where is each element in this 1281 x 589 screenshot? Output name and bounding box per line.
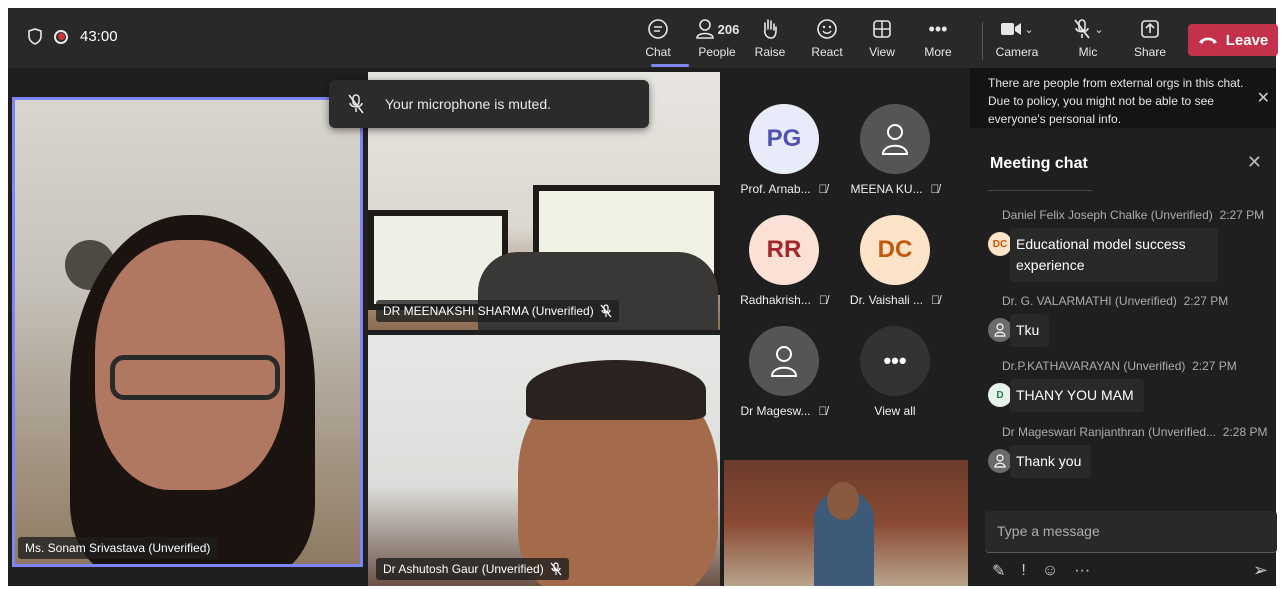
avatar: D xyxy=(988,383,1012,407)
send-icon[interactable]: ➢ xyxy=(1253,560,1268,581)
priority-icon[interactable]: ! xyxy=(1021,562,1025,580)
chevron-down-icon[interactable]: ⌄ xyxy=(1024,23,1033,36)
view-button[interactable]: View xyxy=(858,16,906,59)
avatar: DC xyxy=(988,232,1012,256)
participant-tile[interactable]: Dr Magesw... 🎙̸ xyxy=(734,326,834,418)
recording-icon xyxy=(54,29,68,44)
meeting-toolbar: 43:00 Chat 206 People Raise React View • xyxy=(8,8,1278,68)
chat-title: Meeting chat xyxy=(990,155,1088,172)
mic-muted-icon: 🎙̸ xyxy=(818,404,828,418)
leave-button[interactable]: Leave xyxy=(1188,24,1278,56)
message-input[interactable]: Type a message xyxy=(985,511,1277,553)
message-bubble: Educational model success experience xyxy=(1010,228,1218,282)
participant-name-tag: DR MEENAKSHI SHARMA (Unverified) xyxy=(376,300,619,322)
ellipsis-icon: ••• xyxy=(928,18,948,39)
toolbar-divider xyxy=(982,22,983,60)
share-button[interactable]: Share xyxy=(1126,16,1174,59)
compose-toolbar: ✎ ! ☺ ··· ➢ xyxy=(992,560,1268,581)
participant-tile[interactable]: MEENA KU... 🎙̸ xyxy=(845,104,945,196)
camera-button[interactable]: ⌄ Camera xyxy=(986,16,1048,59)
chat-message: Dr.P.KATHAVARAYAN (Unverified) 2:27 PM D… xyxy=(988,359,1268,412)
meeting-chat-panel: There are people from external orgs in t… xyxy=(970,68,1277,586)
mic-button[interactable]: ⌄ Mic xyxy=(1060,16,1116,59)
mic-muted-icon: 🎙̸ xyxy=(818,293,828,307)
message-bubble: Thank you xyxy=(1010,445,1092,478)
mic-muted-icon xyxy=(600,304,612,318)
video-tile-sonam[interactable]: Ms. Sonam Srivastava (Unverified) xyxy=(12,97,363,567)
participant-tile[interactable]: RR Radhakrish... 🎙̸ xyxy=(734,215,834,307)
grid-icon xyxy=(858,16,906,42)
video-tile-ashutosh[interactable]: Dr Ashutosh Gaur (Unverified) xyxy=(368,335,720,586)
mic-muted-icon: 🎙̸ xyxy=(931,293,941,307)
message-bubble: THANY YOU MAM xyxy=(1010,379,1144,412)
meeting-info: 43:00 xyxy=(28,28,118,45)
person-icon xyxy=(860,104,930,174)
person-icon xyxy=(749,326,819,396)
ellipsis-icon: ••• xyxy=(860,326,930,396)
mic-muted-icon: 🎙̸ xyxy=(818,182,828,196)
participant-tile[interactable]: PG Prof. Arnab... 🎙̸ xyxy=(734,104,834,196)
video-tile-room[interactable] xyxy=(724,460,968,586)
ellipsis-icon[interactable]: ··· xyxy=(1074,562,1090,580)
phone-hangup-icon xyxy=(1198,37,1217,44)
person-icon xyxy=(988,449,1012,473)
view-all-button[interactable]: ••• View all xyxy=(845,326,945,418)
external-org-notice: There are people from external orgs in t… xyxy=(970,68,1276,128)
raise-hand-button[interactable]: Raise xyxy=(746,16,794,59)
chevron-down-icon[interactable]: ⌄ xyxy=(1094,23,1103,36)
person-icon xyxy=(988,318,1012,342)
people-icon xyxy=(695,19,714,39)
chat-icon xyxy=(634,16,682,42)
video-stage: Ms. Sonam Srivastava (Unverified) DR MEE… xyxy=(8,68,970,586)
camera-icon xyxy=(1001,23,1022,35)
divider xyxy=(988,190,1092,191)
chat-message: Dr. G. VALARMATHI (Unverified) 2:27 PM T… xyxy=(988,294,1268,347)
avatar: PG xyxy=(749,104,819,174)
chat-button[interactable]: Chat xyxy=(634,16,682,59)
mic-muted-icon: 🎙̸ xyxy=(930,182,940,196)
participant-name-tag: Ms. Sonam Srivastava (Unverified) xyxy=(18,537,218,559)
avatar: RR xyxy=(749,215,819,285)
hand-icon xyxy=(746,16,794,42)
mic-muted-icon xyxy=(1074,19,1091,39)
mic-muted-icon xyxy=(348,94,364,114)
smiley-icon xyxy=(803,16,851,42)
mic-muted-toast: Your microphone is muted. xyxy=(329,80,649,128)
participant-name-tag: Dr Ashutosh Gaur (Unverified) xyxy=(376,558,569,580)
participant-tile[interactable]: DC Dr. Vaishali ... 🎙̸ xyxy=(845,215,945,307)
emoji-icon[interactable]: ☺ xyxy=(1042,562,1058,580)
people-count: 206 xyxy=(717,21,740,37)
active-tab-indicator xyxy=(651,64,689,67)
message-bubble: Tku xyxy=(1010,314,1050,347)
mic-muted-icon xyxy=(550,562,562,576)
close-chat-button[interactable]: ✕ xyxy=(1247,152,1262,173)
share-icon xyxy=(1126,16,1174,42)
close-icon[interactable]: ✕ xyxy=(1257,90,1270,108)
chat-message: Dr Mageswari Ranjanthran (Unverified... … xyxy=(988,425,1268,478)
people-button[interactable]: 206 People xyxy=(690,16,744,59)
format-icon[interactable]: ✎ xyxy=(992,561,1005,581)
chat-message: Daniel Felix Joseph Chalke (Unverified) … xyxy=(988,208,1268,282)
avatar: DC xyxy=(860,215,930,285)
meeting-timer: 43:00 xyxy=(80,28,118,45)
more-button[interactable]: ••• More xyxy=(914,16,962,60)
shield-icon xyxy=(28,28,42,45)
react-button[interactable]: React xyxy=(803,16,851,59)
